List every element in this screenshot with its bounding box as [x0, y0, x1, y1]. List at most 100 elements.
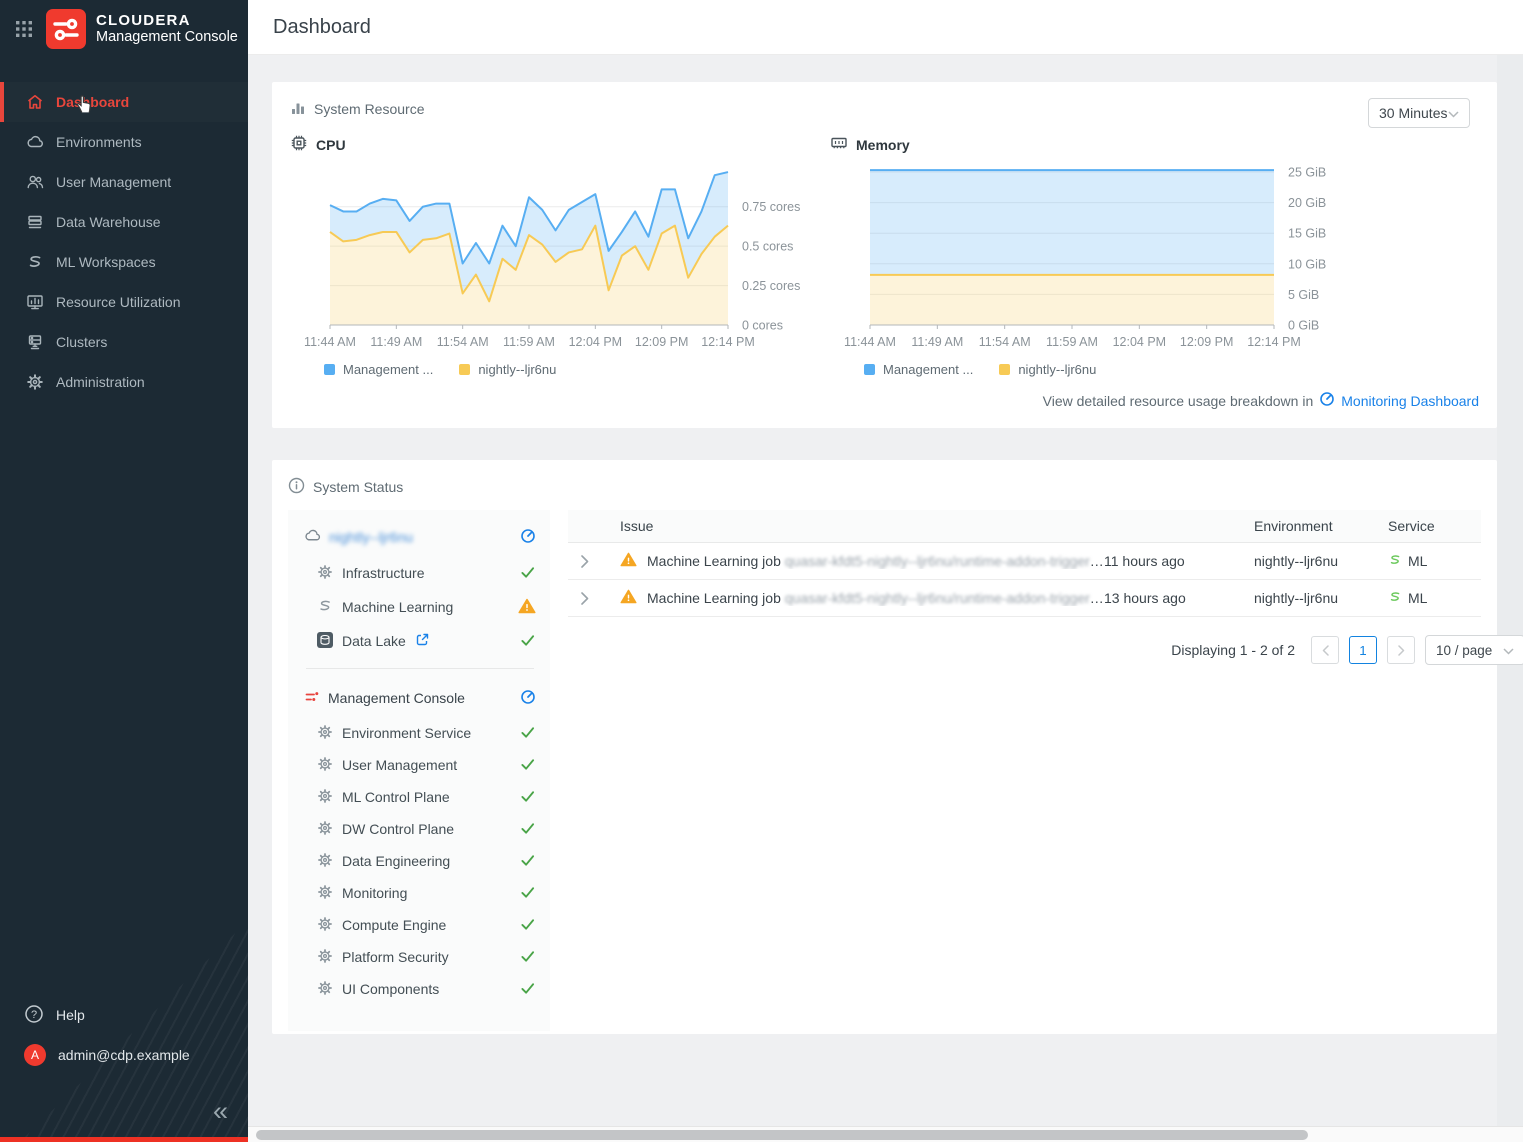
svg-text:12:14 PM: 12:14 PM	[1247, 335, 1301, 349]
check-icon	[519, 757, 536, 774]
app-switcher-icon[interactable]	[16, 21, 32, 37]
memory-ram-icon	[830, 134, 848, 155]
svg-text:12:09 PM: 12:09 PM	[1180, 335, 1234, 349]
check-icon	[519, 725, 536, 742]
monitoring-dashboard-link[interactable]: Monitoring Dashboard	[1341, 393, 1479, 409]
status-item-label: Infrastructure	[342, 565, 424, 581]
brand: CLOUDERA Management Console	[96, 12, 238, 46]
sidebar-item-resource-utilization[interactable]: Resource Utilization	[0, 282, 248, 322]
status-panel: nightly--ljr6nu Infrastructure	[288, 510, 550, 1031]
chevron-down-icon	[1448, 105, 1459, 121]
cpu-chip-icon	[290, 134, 308, 155]
memory-legend: Management ... nightly--ljr6nu	[864, 362, 1370, 377]
info-icon	[288, 477, 305, 497]
avatar: A	[24, 1044, 46, 1066]
gear-icon	[26, 373, 44, 391]
cluster-icon	[26, 333, 44, 351]
environment-name-link[interactable]: nightly--ljr6nu	[329, 529, 413, 545]
svg-text:12:04 PM: 12:04 PM	[569, 335, 623, 349]
column-header-issue: Issue	[602, 518, 1104, 534]
status-item-environment-service: Environment Service	[304, 717, 536, 749]
mouse-cursor-hand	[76, 94, 94, 114]
sidebar-item-ml-workspaces[interactable]: ML Workspaces	[0, 242, 248, 282]
sidebar-bottom-accent-bar	[0, 1137, 248, 1142]
cloudera-logo[interactable]	[46, 9, 86, 49]
bar-chart-icon	[290, 100, 306, 119]
page-size-select[interactable]: 10 / page	[1425, 635, 1523, 665]
sidebar-item-user-management[interactable]: User Management	[0, 162, 248, 202]
sidebar-item-data-warehouse[interactable]: Data Warehouse	[0, 202, 248, 242]
status-item-label: Environment Service	[342, 725, 471, 741]
status-item-label: Machine Learning	[342, 599, 453, 615]
svg-text:11:54 AM: 11:54 AM	[979, 335, 1031, 349]
svg-text:11:59 AM: 11:59 AM	[503, 335, 555, 349]
previous-page-button[interactable]	[1311, 636, 1339, 664]
help-icon: ?	[24, 1004, 44, 1027]
check-icon	[519, 885, 536, 902]
pagination: Displaying 1 - 2 of 2 1 10 / page	[568, 634, 1481, 666]
expand-row-icon[interactable]	[568, 555, 602, 568]
user-email: admin@cdp.example	[58, 1047, 190, 1063]
cpu-legend: Management ... nightly--ljr6nu	[324, 362, 830, 377]
check-icon	[519, 565, 536, 582]
user-menu[interactable]: A admin@cdp.example	[0, 1035, 248, 1075]
time-range-select[interactable]: 30 Minutes	[1368, 98, 1470, 128]
sidebar-item-administration[interactable]: Administration	[0, 362, 248, 402]
check-icon	[519, 789, 536, 806]
issue-prefix: Machine Learning job	[647, 553, 781, 569]
horizontal-scrollbar[interactable]	[248, 1126, 1523, 1142]
status-item-ml-control-plane: ML Control Plane	[304, 781, 536, 813]
issue-environment: nightly--ljr6nu	[1254, 590, 1388, 606]
issue-age: 11 hours ago	[1104, 553, 1254, 569]
horizontal-scrollbar-thumb[interactable]	[256, 1130, 1308, 1140]
check-icon	[519, 949, 536, 966]
management-console-icon	[304, 689, 320, 708]
sidebar-nav: Dashboard Environments User Management	[0, 82, 248, 402]
expand-row-icon[interactable]	[568, 592, 602, 605]
table-row: Machine Learning job quasar-kfdt5-nightl…	[568, 580, 1481, 617]
legend-label: Management ...	[343, 362, 433, 377]
status-item-label: UI Components	[342, 981, 439, 997]
legend-swatch-blue	[324, 364, 335, 375]
issue-job-link[interactable]: quasar-kfdt5-nightly--ljr6nu/runtime-add…	[785, 553, 1104, 569]
issue-age: 13 hours ago	[1104, 590, 1254, 606]
svg-text:0 cores: 0 cores	[742, 319, 783, 333]
svg-text:11:49 AM: 11:49 AM	[911, 335, 963, 349]
time-range-value: 30 Minutes	[1379, 105, 1447, 121]
issue-job-link[interactable]: quasar-kfdt5-nightly--ljr6nu/runtime-add…	[785, 590, 1104, 606]
check-icon	[519, 821, 536, 838]
sidebar-item-dashboard[interactable]: Dashboard	[0, 82, 248, 122]
help-button[interactable]: ? Help	[0, 995, 248, 1035]
console-name: Management Console	[328, 690, 465, 706]
cpu-chart-block: CPU 11:44 AM11:49 AM11:54 AM11:59 AM12:0…	[290, 134, 830, 377]
chevron-down-icon	[1503, 643, 1514, 658]
health-gauge-icon[interactable]	[520, 528, 536, 547]
external-link-icon[interactable]	[415, 632, 430, 650]
legend-label: nightly--ljr6nu	[1018, 362, 1096, 377]
svg-text:20 GiB: 20 GiB	[1288, 196, 1326, 210]
health-gauge-icon[interactable]	[520, 689, 536, 708]
gear-icon	[317, 788, 333, 807]
next-page-button[interactable]	[1387, 636, 1415, 664]
cpu-chart-title: CPU	[316, 137, 346, 153]
page-number-button[interactable]: 1	[1349, 636, 1377, 664]
status-item-infrastructure: Infrastructure	[304, 556, 536, 590]
data-lake-badge-icon	[317, 632, 333, 651]
ml-icon	[26, 253, 44, 271]
memory-chart: 11:44 AM11:49 AM11:54 AM11:59 AM12:04 PM…	[838, 157, 1370, 362]
page-header: Dashboard	[248, 0, 1523, 55]
svg-text:10 GiB: 10 GiB	[1288, 257, 1326, 271]
svg-text:0.5 cores: 0.5 cores	[742, 240, 793, 254]
sidebar-collapse-button[interactable]: «	[213, 1099, 228, 1123]
brand-name: CLOUDERA	[96, 12, 238, 29]
svg-text:11:49 AM: 11:49 AM	[370, 335, 422, 349]
system-resource-title: System Resource	[314, 101, 424, 117]
sidebar: CLOUDERA Management Console Dashboard En…	[0, 0, 248, 1142]
sidebar-item-clusters[interactable]: Clusters	[0, 322, 248, 362]
vertical-scroll-gutter	[1497, 55, 1523, 1126]
table-row: Machine Learning job quasar-kfdt5-nightl…	[568, 543, 1481, 580]
sidebar-item-environments[interactable]: Environments	[0, 122, 248, 162]
svg-text:12:09 PM: 12:09 PM	[635, 335, 689, 349]
home-icon	[26, 93, 44, 111]
svg-text:11:54 AM: 11:54 AM	[437, 335, 489, 349]
